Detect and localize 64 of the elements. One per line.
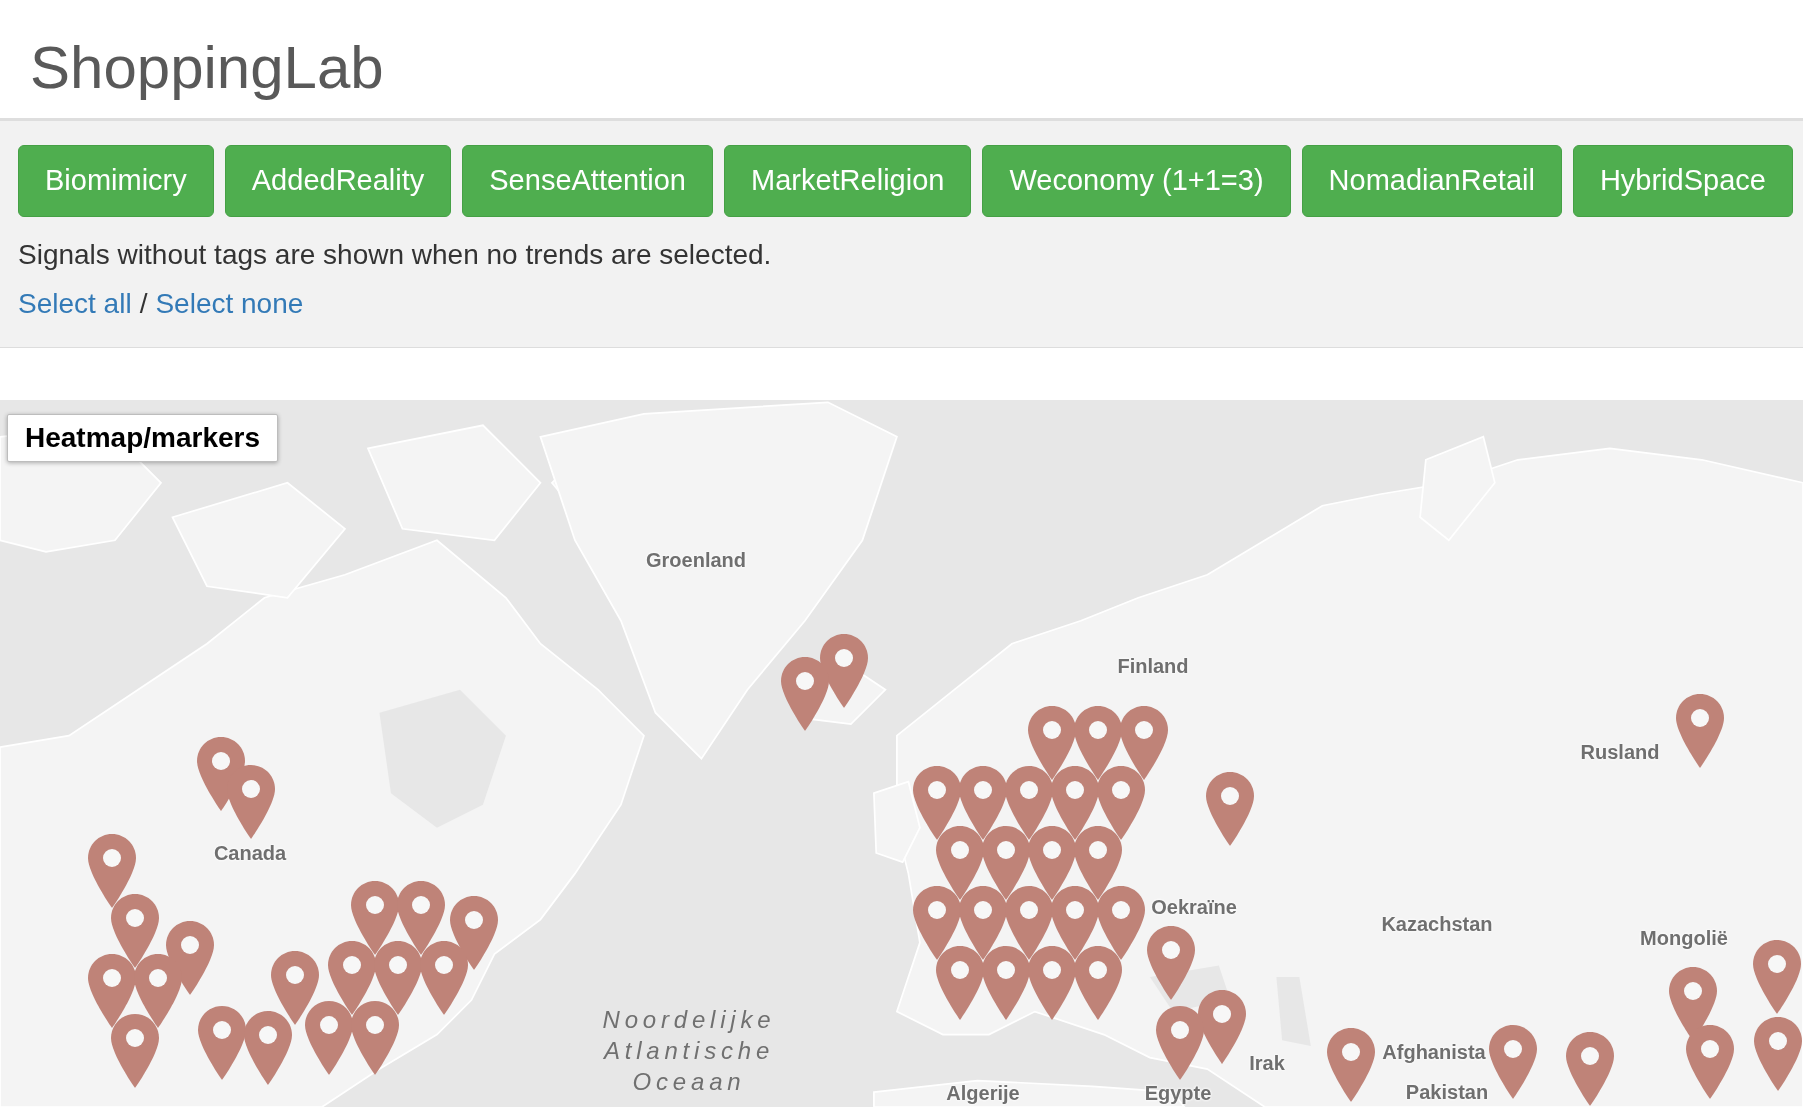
map-pin-icon[interactable] <box>1206 772 1254 846</box>
map-pin-icon[interactable] <box>227 765 275 839</box>
map-pin-icon[interactable] <box>134 954 182 1028</box>
map-country-label: Pakistan <box>1405 1080 1489 1104</box>
map-country-label: Finland <box>1117 654 1189 678</box>
map-country-label: Oekraïne <box>1151 895 1237 919</box>
map-country-label: Afghanista <box>1382 1040 1486 1064</box>
map-pin-icon[interactable] <box>1686 1025 1734 1099</box>
map-country-label: Irak <box>1249 1051 1285 1075</box>
map-pin-icon[interactable] <box>913 886 961 960</box>
link-separator: / <box>139 287 148 321</box>
map-country-label: Algerije <box>946 1081 1020 1105</box>
map-pin-icon[interactable] <box>913 766 961 840</box>
trend-toggle-button[interactable]: HybridSpace <box>1572 145 1793 217</box>
map-pin-icon[interactable] <box>420 941 468 1015</box>
map-pin-icon[interactable] <box>1074 946 1122 1020</box>
filter-note: Signals without tags are shown when no trends are selected. <box>18 238 772 272</box>
trend-toggle-button[interactable]: Biomimicry <box>18 145 214 217</box>
map-pin-icon[interactable] <box>351 1001 399 1075</box>
map-pin-icon[interactable] <box>305 1001 353 1075</box>
heatmap-markers-toggle[interactable]: Heatmap/markers <box>7 414 279 462</box>
select-all-link[interactable]: Select all <box>18 285 132 323</box>
map-pin-icon[interactable] <box>1489 1025 1537 1099</box>
map-pin-icon[interactable] <box>1028 946 1076 1020</box>
map-pin-icon[interactable] <box>244 1011 292 1085</box>
map-pin-icon[interactable] <box>1097 886 1145 960</box>
trend-toggle-button[interactable]: Weconomy (1+1=3) <box>982 145 1291 217</box>
map-pin-icon[interactable] <box>1676 694 1724 768</box>
map-pin-icon[interactable] <box>397 881 445 955</box>
map-country-label: Canada <box>213 841 287 865</box>
map-pin-icon[interactable] <box>111 1014 159 1088</box>
map-pin-icon[interactable] <box>88 954 136 1028</box>
map-pin-icon[interactable] <box>820 634 868 708</box>
map-country-label: Egypte <box>1144 1081 1212 1105</box>
map-ocean-label: Noordelijke Atlantische Oceaan <box>602 1004 776 1097</box>
map-pin-icon[interactable] <box>198 1006 246 1080</box>
map-pin-icon[interactable] <box>271 951 319 1025</box>
map-pin-icon[interactable] <box>1566 1032 1614 1106</box>
map-view[interactable]: Heatmap/markers Groenland Finland Rusland Canada Oekraïne Kazachstan Mongolië Noordelijke Atlantische Oceaan Irak Afghanista Algerije Egypte Pakistan <box>0 400 1803 1107</box>
map-country-label: Mongolië <box>1640 926 1728 950</box>
map-pin-icon[interactable] <box>982 946 1030 1020</box>
map-pin-icon[interactable] <box>88 834 136 908</box>
map-country-label: Kazachstan <box>1381 912 1493 936</box>
app-title: ShoppingLab <box>30 38 384 98</box>
map-pin-icon[interactable] <box>1156 1006 1204 1080</box>
map-pin-icon[interactable] <box>1754 1017 1802 1091</box>
map-country-label: Rusland <box>1580 740 1660 764</box>
trend-toggle-button[interactable]: AddedReality <box>224 145 452 217</box>
select-none-link[interactable]: Select none <box>155 285 304 323</box>
map-pin-icon[interactable] <box>1074 826 1122 900</box>
map-pin-icon[interactable] <box>1147 926 1195 1000</box>
map-pin-icon[interactable] <box>111 894 159 968</box>
trend-toggle-button[interactable]: NomadianRetail <box>1301 145 1562 217</box>
map-pin-icon[interactable] <box>374 941 422 1015</box>
trend-toggle-button[interactable]: MarketReligion <box>724 145 972 217</box>
map-pin-icon[interactable] <box>1198 990 1246 1064</box>
map-pin-icon[interactable] <box>936 946 984 1020</box>
map-pin-icon[interactable] <box>1753 940 1801 1014</box>
map-country-label: Groenland <box>646 548 746 572</box>
trend-toggle-button[interactable]: SenseAttention <box>462 145 713 217</box>
map-pin-icon[interactable] <box>781 657 829 731</box>
map-pin-icon[interactable] <box>1097 766 1145 840</box>
map-pin-icon[interactable] <box>1327 1028 1375 1102</box>
map-pin-icon[interactable] <box>1120 706 1168 780</box>
